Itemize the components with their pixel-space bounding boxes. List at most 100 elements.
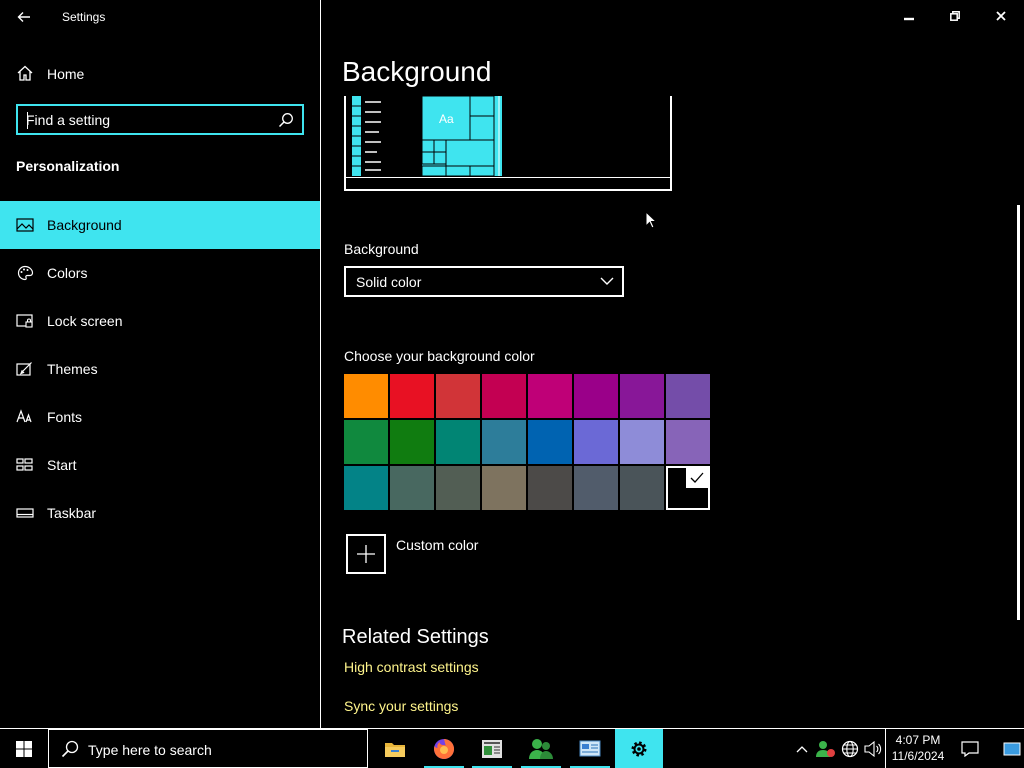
minimize-icon bbox=[904, 17, 914, 21]
sidebar-item-themes[interactable]: Themes bbox=[0, 345, 320, 393]
color-swatch[interactable] bbox=[574, 466, 618, 510]
color-swatch[interactable] bbox=[344, 374, 388, 418]
sidebar-item-label: Start bbox=[47, 457, 77, 473]
color-swatch[interactable] bbox=[620, 374, 664, 418]
minimize-button[interactable] bbox=[886, 0, 932, 32]
chevron-down-icon bbox=[600, 277, 614, 285]
color-swatch[interactable] bbox=[666, 420, 710, 464]
home-link[interactable]: Home bbox=[0, 56, 320, 90]
navigation-pane: Settings Home Personalization Background… bbox=[0, 0, 320, 728]
color-swatch[interactable] bbox=[574, 374, 618, 418]
picture-icon bbox=[16, 218, 34, 232]
custom-color-label: Custom color bbox=[396, 537, 479, 553]
background-type-dropdown[interactable]: Solid color bbox=[344, 266, 624, 297]
scrollbar[interactable] bbox=[1017, 205, 1020, 620]
taskbar-app-news[interactable] bbox=[468, 729, 516, 768]
themes-icon bbox=[16, 362, 32, 376]
color-swatch[interactable] bbox=[436, 466, 480, 510]
notification-icon bbox=[961, 740, 979, 757]
action-center-button[interactable] bbox=[955, 729, 985, 768]
control-panel-icon bbox=[579, 740, 601, 756]
high-contrast-settings-link[interactable]: High contrast settings bbox=[344, 659, 479, 675]
restore-icon bbox=[950, 11, 960, 21]
sidebar-item-label: Colors bbox=[47, 265, 88, 281]
back-button[interactable] bbox=[12, 6, 36, 28]
search-box[interactable] bbox=[16, 104, 304, 135]
color-swatch-grid bbox=[344, 374, 712, 512]
volume-button[interactable] bbox=[862, 729, 884, 768]
close-icon bbox=[996, 11, 1006, 21]
color-swatch[interactable] bbox=[390, 374, 434, 418]
search-input[interactable] bbox=[26, 111, 266, 129]
color-swatch[interactable] bbox=[528, 374, 572, 418]
taskbar-search-box[interactable]: Type here to search bbox=[48, 729, 368, 768]
taskbar-icon bbox=[16, 508, 34, 518]
color-swatch[interactable] bbox=[482, 374, 526, 418]
color-swatch[interactable] bbox=[436, 374, 480, 418]
custom-color-button[interactable]: Custom color bbox=[344, 532, 544, 576]
color-swatch[interactable] bbox=[390, 420, 434, 464]
preview-start-list bbox=[352, 96, 381, 176]
sidebar-item-fonts[interactable]: Fonts bbox=[0, 393, 320, 441]
sync-settings-link[interactable]: Sync your settings bbox=[344, 698, 458, 714]
sidebar-item-background[interactable]: Background bbox=[0, 201, 320, 249]
tray-people-icon-button[interactable] bbox=[814, 729, 838, 768]
mouse-cursor-icon bbox=[645, 211, 657, 229]
start-button[interactable] bbox=[0, 729, 48, 768]
taskbar-search-text: Type here to search bbox=[88, 742, 212, 758]
taskbar: Type here to search 4:07 PM 11/6/2024 bbox=[0, 728, 1024, 768]
sidebar-item-label: Background bbox=[47, 217, 122, 233]
close-button[interactable] bbox=[978, 0, 1024, 32]
app-title: Settings bbox=[62, 10, 106, 24]
color-swatch[interactable] bbox=[482, 466, 526, 510]
fonts-icon bbox=[16, 409, 32, 423]
firefox-icon bbox=[434, 738, 455, 759]
color-swatch[interactable] bbox=[344, 466, 388, 510]
sidebar-item-lock-screen[interactable]: Lock screen bbox=[0, 297, 320, 345]
sidebar-item-start[interactable]: Start bbox=[0, 441, 320, 489]
sidebar-item-colors[interactable]: Colors bbox=[0, 249, 320, 297]
color-swatch[interactable] bbox=[528, 466, 572, 510]
sidebar-item-label: Lock screen bbox=[47, 313, 123, 329]
restore-button[interactable] bbox=[932, 0, 978, 32]
file-explorer-icon bbox=[385, 742, 405, 757]
taskbar-app-control-panel[interactable] bbox=[566, 729, 614, 768]
network-globe-icon bbox=[841, 740, 859, 757]
color-swatch[interactable] bbox=[574, 420, 618, 464]
dropdown-value: Solid color bbox=[356, 274, 422, 290]
checkmark-icon bbox=[686, 468, 708, 488]
people-app-icon bbox=[529, 738, 553, 759]
plus-icon bbox=[357, 545, 375, 563]
taskbar-app-firefox[interactable] bbox=[420, 729, 468, 768]
desktop-preview-icon bbox=[1003, 742, 1021, 755]
color-swatch[interactable] bbox=[620, 466, 664, 510]
color-swatch[interactable] bbox=[666, 466, 710, 510]
show-desktop-button[interactable] bbox=[1000, 729, 1024, 768]
taskbar-app-people[interactable] bbox=[517, 729, 565, 768]
settings-gear-icon bbox=[631, 741, 647, 756]
color-swatch[interactable] bbox=[390, 466, 434, 510]
clock[interactable]: 4:07 PM 11/6/2024 bbox=[887, 732, 949, 764]
people-sync-icon bbox=[816, 740, 835, 757]
color-swatch[interactable] bbox=[344, 420, 388, 464]
plus-icon-box bbox=[346, 534, 386, 574]
taskbar-app-file-explorer[interactable] bbox=[371, 729, 419, 768]
sidebar-item-label: Themes bbox=[47, 361, 98, 377]
color-swatch[interactable] bbox=[482, 420, 526, 464]
network-button[interactable] bbox=[838, 729, 862, 768]
show-hidden-icons-button[interactable] bbox=[790, 729, 814, 768]
sidebar-item-taskbar[interactable]: Taskbar bbox=[0, 489, 320, 537]
color-swatch[interactable] bbox=[620, 420, 664, 464]
color-swatch[interactable] bbox=[666, 374, 710, 418]
news-app-icon bbox=[482, 739, 502, 758]
pane-divider bbox=[320, 0, 321, 728]
lock-screen-icon bbox=[16, 314, 33, 328]
color-swatch[interactable] bbox=[436, 420, 480, 464]
speaker-icon bbox=[864, 740, 882, 757]
text-caret bbox=[27, 112, 28, 129]
search-icon[interactable] bbox=[278, 112, 294, 128]
taskbar-app-settings[interactable] bbox=[615, 729, 663, 768]
related-settings-heading: Related Settings bbox=[342, 626, 489, 648]
color-swatch[interactable] bbox=[528, 420, 572, 464]
tray-separator bbox=[885, 729, 886, 768]
